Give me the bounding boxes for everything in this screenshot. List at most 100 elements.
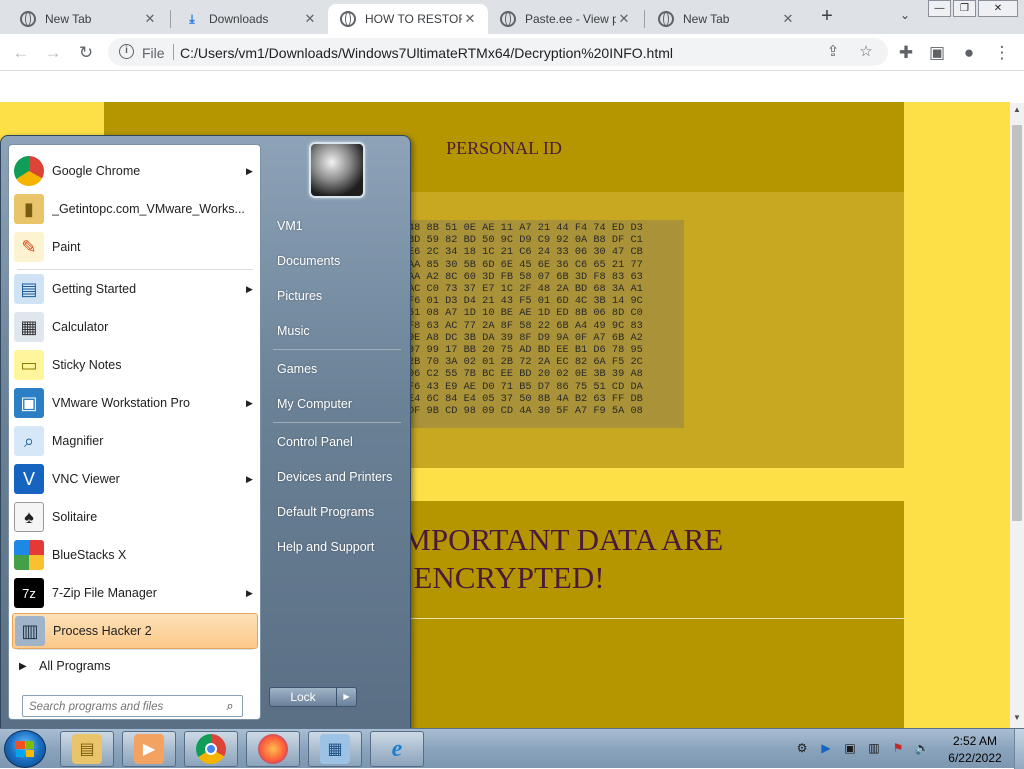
taskbar-chrome[interactable]: [184, 731, 238, 767]
taskbar: ▤ ▶ ▦ e ⚙ ▶ ▣ ▥ ⚑ 🔈 2:52 AM 6/22/2022: [0, 728, 1024, 769]
start-item-help-support[interactable]: Help and Support: [277, 540, 374, 554]
start-program-label: VMware Workstation Pro: [52, 396, 191, 410]
volume-icon[interactable]: 🔈: [914, 741, 930, 757]
windows-logo-icon: [16, 741, 34, 757]
start-item-documents[interactable]: Documents: [277, 254, 340, 268]
scroll-thumb[interactable]: [1012, 125, 1022, 521]
close-icon[interactable]: ✕: [302, 11, 318, 27]
shutdown-options-arrow[interactable]: ▶: [337, 687, 357, 707]
start-program-item[interactable]: Google Chrome ▶: [12, 153, 258, 189]
start-program-label: Google Chrome: [52, 164, 141, 178]
start-program-item[interactable]: ✎ Paint: [12, 229, 258, 265]
submenu-arrow-icon: ▶: [246, 397, 253, 408]
taskbar-media-player[interactable]: ▶: [122, 731, 176, 767]
tab-paste-ee[interactable]: Paste.ee - View p ✕: [488, 4, 642, 34]
start-item-control-panel[interactable]: Control Panel: [277, 435, 353, 449]
address-bar[interactable]: i File C:/Users/vm1/Downloads/Windows7Ul…: [108, 38, 888, 66]
all-programs-button[interactable]: ▶ All Programs: [19, 655, 111, 677]
start-program-item[interactable]: V VNC Viewer ▶: [12, 461, 258, 497]
start-program-item[interactable]: ▮ _Getintopc.com_VMware_Works...: [12, 191, 258, 227]
display-icon[interactable]: ▣: [842, 741, 858, 757]
start-program-item[interactable]: ▥ Process Hacker 2: [12, 613, 258, 649]
tab-label: Paste.ee - View p: [525, 12, 616, 26]
7zip-icon: 7z: [14, 578, 44, 608]
scroll-up-arrow[interactable]: ▲: [1010, 103, 1024, 117]
new-tab-button[interactable]: +: [816, 6, 838, 28]
submenu-arrow-icon: ▶: [246, 473, 253, 484]
sticky-notes-icon: ▭: [14, 350, 44, 380]
scroll-down-arrow[interactable]: ▼: [1010, 711, 1024, 725]
start-program-item[interactable]: ▦ Calculator: [12, 309, 258, 345]
tab-how-to-restore[interactable]: HOW TO RESTOR ✕: [328, 4, 488, 34]
star-icon[interactable]: ☆: [857, 43, 875, 61]
paint-icon: ✎: [14, 232, 44, 262]
search-input[interactable]: [29, 699, 219, 714]
tab-new-tab-2[interactable]: New Tab ✕: [646, 4, 806, 34]
globe-icon: [340, 11, 356, 27]
close-window-button[interactable]: ✕: [978, 0, 1018, 17]
start-program-label: BlueStacks X: [52, 548, 127, 562]
forward-button[interactable]: →: [41, 41, 65, 65]
browser-toolbar: ← → ↻ i File C:/Users/vm1/Downloads/Wind…: [0, 34, 1024, 71]
taskbar-explorer[interactable]: ▤: [60, 731, 114, 767]
start-item-default-programs[interactable]: Default Programs: [277, 505, 374, 519]
tab-label: HOW TO RESTOR: [365, 12, 462, 26]
action-center-icon[interactable]: ⚑: [890, 741, 906, 757]
chevron-down-icon[interactable]: ⌄: [896, 8, 914, 26]
start-item-games[interactable]: Games: [277, 362, 317, 376]
menu-icon[interactable]: ⋮: [990, 41, 1014, 65]
chrome-icon: [658, 11, 674, 27]
reload-button[interactable]: ↻: [74, 41, 98, 65]
side-panel-icon[interactable]: ▣: [925, 41, 949, 65]
start-program-item[interactable]: BlueStacks X: [12, 537, 258, 573]
start-program-item[interactable]: ▣ VMware Workstation Pro ▶: [12, 385, 258, 421]
start-search-box[interactable]: ⌕: [22, 695, 243, 717]
start-item-pictures[interactable]: Pictures: [277, 289, 322, 303]
vmware-icon: ▣: [14, 388, 44, 418]
start-program-item[interactable]: 7z 7-Zip File Manager ▶: [12, 575, 258, 611]
close-icon[interactable]: ✕: [616, 11, 632, 27]
start-item-music[interactable]: Music: [277, 324, 310, 338]
start-program-label: Magnifier: [52, 434, 104, 448]
start-program-item[interactable]: ♠ Solitaire: [12, 499, 258, 535]
clock-date[interactable]: 6/22/2022: [942, 751, 1008, 765]
vnc-tray-icon[interactable]: ▶: [818, 741, 834, 757]
clock-time[interactable]: 2:52 AM: [942, 734, 1008, 748]
network-icon[interactable]: ⚙: [794, 741, 810, 757]
start-item-devices-printers[interactable]: Devices and Printers: [277, 470, 392, 484]
url-text[interactable]: C:/Users/vm1/Downloads/Windows7UltimateR…: [180, 45, 673, 61]
network-connection-icon[interactable]: ▥: [866, 741, 882, 757]
user-avatar[interactable]: [309, 142, 365, 198]
globe-icon: [500, 11, 516, 27]
taskbar-control-panel[interactable]: ▦: [308, 731, 362, 767]
start-item-my-computer[interactable]: My Computer: [277, 397, 352, 411]
restore-button[interactable]: ❐: [953, 0, 976, 17]
extensions-icon[interactable]: ✚: [894, 41, 918, 65]
start-button[interactable]: [4, 730, 46, 768]
info-icon[interactable]: i: [119, 44, 134, 59]
close-icon[interactable]: ✕: [142, 11, 158, 27]
system-tray: ⚙ ▶ ▣ ▥ ⚑ 🔈 2:52 AM 6/22/2022: [790, 729, 1024, 769]
taskbar-firefox[interactable]: [246, 731, 300, 767]
profile-icon[interactable]: ●: [957, 41, 981, 65]
start-program-item[interactable]: ▭ Sticky Notes: [12, 347, 258, 383]
search-icon[interactable]: ⌕: [222, 698, 238, 714]
close-icon[interactable]: ✕: [780, 11, 796, 27]
start-program-item[interactable]: ⌕ Magnifier: [12, 423, 258, 459]
close-icon[interactable]: ✕: [462, 11, 478, 27]
page-scrollbar[interactable]: ▲ ▼: [1010, 103, 1024, 728]
start-item-user[interactable]: VM1: [277, 219, 303, 233]
personal-id-hex[interactable]: 48 8B 51 0E AE 11 A7 21 44 F4 74 ED D3 BD…: [404, 220, 684, 428]
start-program-item[interactable]: ▤ Getting Started ▶: [12, 271, 258, 307]
minimize-button[interactable]: —: [928, 0, 951, 17]
share-icon[interactable]: ⇪: [824, 43, 842, 61]
show-desktop-button[interactable]: [1014, 729, 1024, 769]
tab-downloads[interactable]: ⤓ Downloads ✕: [172, 4, 328, 34]
divider: [273, 422, 401, 423]
taskbar-internet-explorer[interactable]: e: [370, 731, 424, 767]
lock-button[interactable]: Lock: [269, 687, 337, 707]
hex-line: F8 63 AC 77 2A 8F 58 22 6B A4 49 9C 83: [408, 319, 643, 332]
back-button[interactable]: ←: [9, 41, 33, 65]
tab-new-tab-1[interactable]: New Tab ✕: [8, 4, 168, 34]
start-program-label: Process Hacker 2: [53, 624, 152, 638]
